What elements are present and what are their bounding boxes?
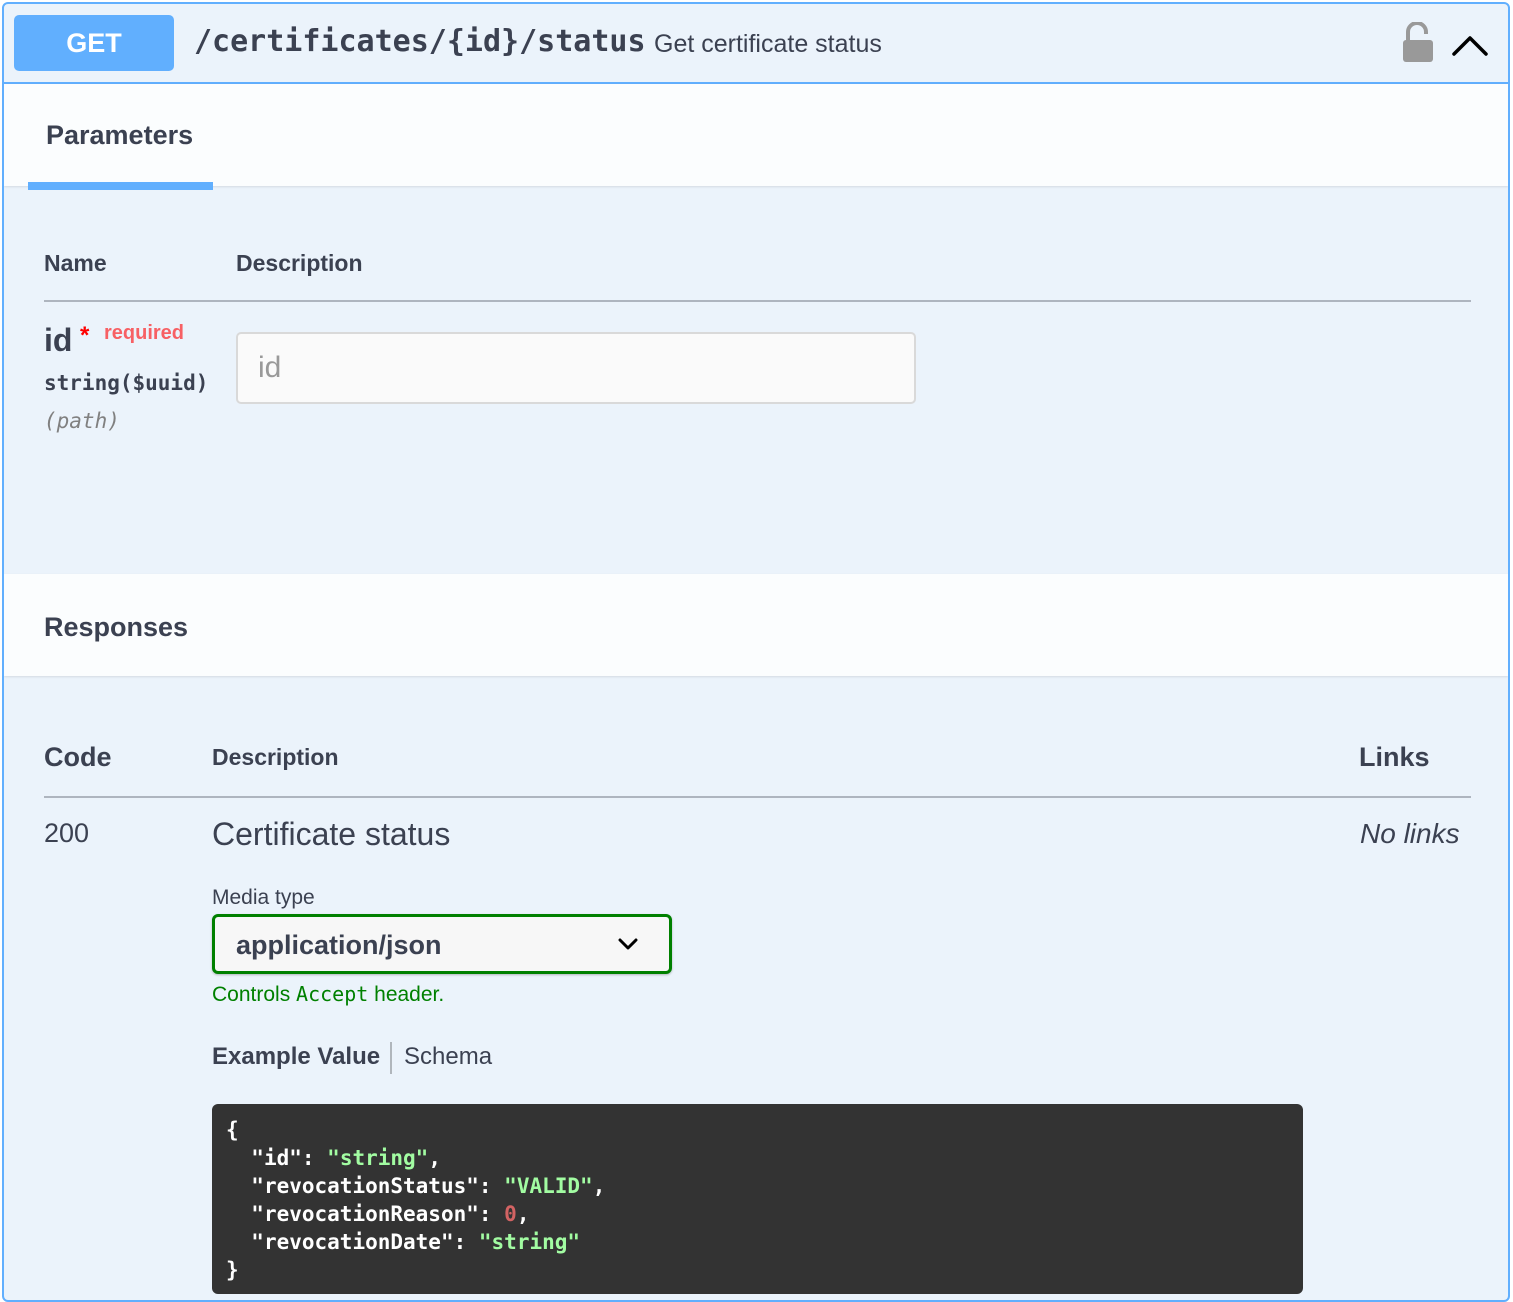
tab-example-value[interactable]: Example Value bbox=[212, 1043, 380, 1071]
lock-unlocked-icon[interactable] bbox=[1400, 21, 1436, 64]
required-star: * bbox=[80, 322, 90, 349]
controls-prefix: Controls bbox=[212, 983, 291, 1006]
media-type-select[interactable]: application/json bbox=[212, 914, 672, 974]
tab-parameters[interactable]: Parameters bbox=[28, 84, 213, 190]
responses-title: Responses bbox=[44, 612, 189, 642]
parameter-name: id bbox=[44, 322, 73, 358]
column-header-code: Code bbox=[44, 742, 112, 772]
chevron-up-icon[interactable] bbox=[1448, 24, 1492, 64]
column-header-links: Links bbox=[1359, 742, 1430, 772]
response-code: 200 bbox=[44, 818, 90, 848]
response-links: No links bbox=[1360, 818, 1460, 849]
response-description: Certificate status bbox=[212, 816, 451, 852]
column-header-response-description: Description bbox=[212, 744, 339, 770]
json-value-id: "string" bbox=[327, 1146, 429, 1170]
http-method-badge: GET bbox=[14, 15, 174, 71]
controls-suffix: header. bbox=[374, 983, 445, 1006]
responses-section-header: Responses bbox=[4, 574, 1508, 676]
id-parameter-input[interactable] bbox=[236, 332, 916, 404]
media-type-label: Media type bbox=[212, 886, 315, 909]
json-key-revocation-status: "revocationStatus" bbox=[251, 1174, 479, 1198]
json-key-revocation-date: "revocationDate" bbox=[251, 1230, 454, 1254]
tab-divider bbox=[390, 1042, 392, 1074]
chevron-down-icon bbox=[618, 938, 638, 950]
parameter-location: (path) bbox=[44, 409, 120, 433]
tab-parameters-label: Parameters bbox=[46, 120, 194, 150]
json-value-revocation-reason: 0 bbox=[504, 1202, 517, 1226]
endpoint-path[interactable]: /certificates/{id}/status bbox=[194, 24, 646, 59]
json-value-revocation-date: "string" bbox=[478, 1230, 581, 1254]
parameter-type: string($uuid) bbox=[44, 371, 209, 395]
endpoint-summary: Get certificate status bbox=[654, 30, 882, 58]
operation-block: GET /certificates/{id}/status Get certif… bbox=[2, 2, 1510, 1302]
json-key-revocation-reason: "revocationReason" bbox=[251, 1202, 479, 1226]
tab-schema[interactable]: Schema bbox=[404, 1043, 492, 1071]
column-header-description: Description bbox=[236, 250, 363, 276]
column-header-name: Name bbox=[44, 250, 107, 276]
parameters-section-header: Parameters bbox=[4, 84, 1508, 190]
controls-accept-note: Controls Accept header. bbox=[212, 982, 444, 1007]
controls-code: Accept bbox=[296, 982, 369, 1006]
example-value-code-block: { "id": "string", "revocationStatus": "V… bbox=[212, 1104, 1303, 1294]
media-type-value: application/json bbox=[236, 930, 442, 960]
required-label: required bbox=[104, 322, 185, 344]
json-value-revocation-status: "VALID" bbox=[504, 1174, 593, 1198]
json-key-id: "id" bbox=[251, 1146, 302, 1170]
responses-table-divider bbox=[44, 796, 1471, 798]
parameters-table-divider bbox=[44, 300, 1471, 302]
operation-summary[interactable]: GET /certificates/{id}/status Get certif… bbox=[4, 4, 1508, 84]
